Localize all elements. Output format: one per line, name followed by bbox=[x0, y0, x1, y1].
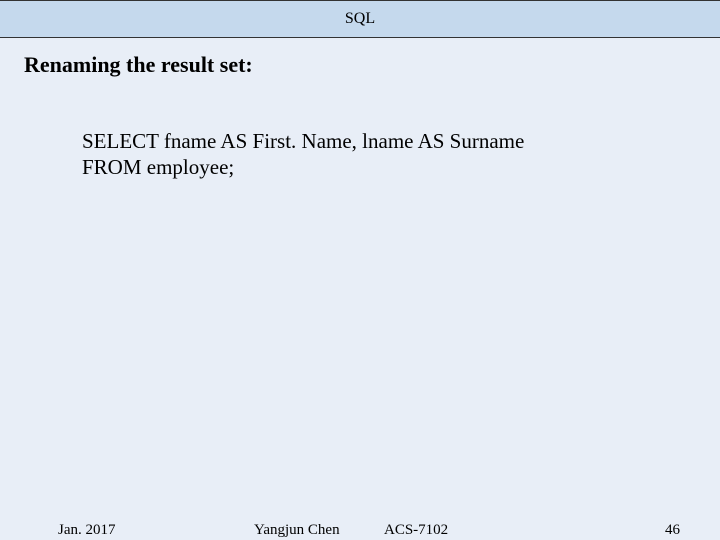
footer-course: ACS-7102 bbox=[384, 522, 448, 539]
footer-page: 46 bbox=[665, 522, 680, 539]
footer-date: Jan. 2017 bbox=[58, 522, 116, 539]
section-subtitle: Renaming the result set: bbox=[0, 38, 720, 78]
footer-author: Yangjun Chen bbox=[254, 522, 340, 539]
slide-title: SQL bbox=[345, 10, 375, 28]
code-line-2: FROM employee; bbox=[82, 154, 720, 180]
slide-header: SQL bbox=[0, 0, 720, 38]
slide-content: SELECT fname AS First. Name, lname AS Su… bbox=[0, 78, 720, 181]
code-line-1: SELECT fname AS First. Name, lname AS Su… bbox=[82, 128, 720, 154]
